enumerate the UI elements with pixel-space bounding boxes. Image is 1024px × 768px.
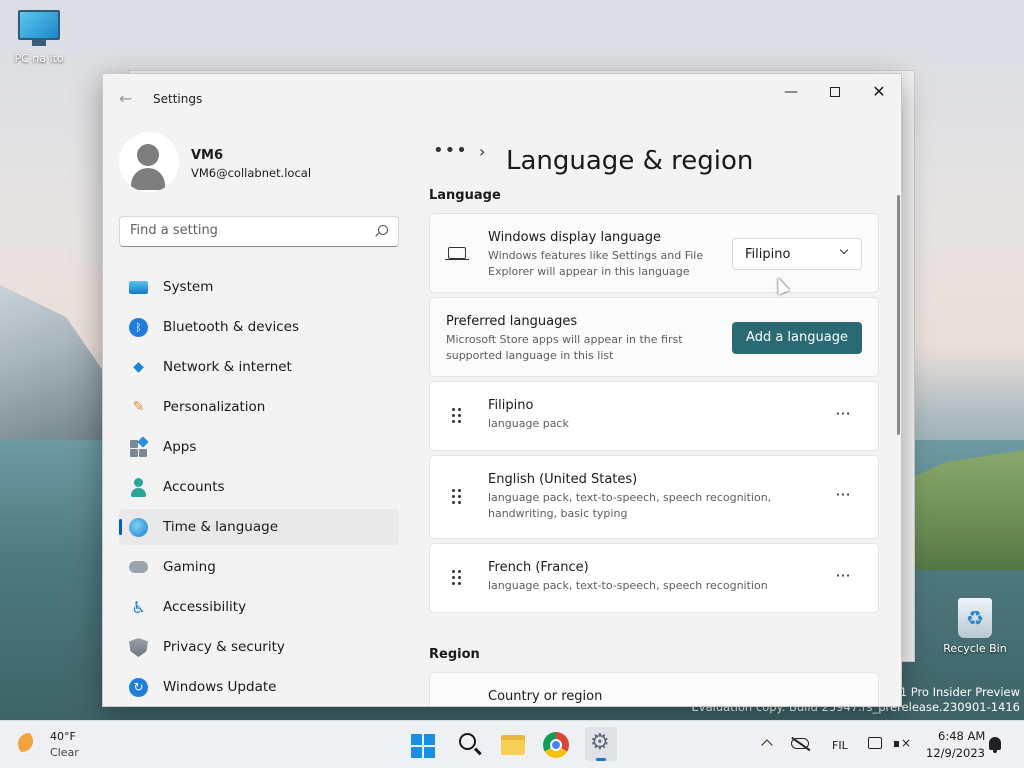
desktop-icon-recycle-bin[interactable]: Recycle Bin (940, 598, 1010, 655)
section-title-language: Language (429, 188, 501, 203)
sidebar-item-system[interactable]: System (119, 269, 399, 305)
more-options-icon[interactable]: ··· (834, 485, 852, 504)
sidebar-item-apps[interactable]: Apps (119, 429, 399, 465)
search-icon (459, 733, 476, 750)
sidebar-item-gaming[interactable]: Gaming (119, 549, 399, 585)
main-content: ••• › Language & region Language Windows… (429, 122, 881, 706)
sidebar-item-accessibility[interactable]: ♿ Accessibility (119, 589, 399, 625)
bluetooth-icon: ᛒ (129, 318, 148, 337)
accessibility-icon: ♿ (131, 598, 146, 617)
sidebar-item-privacy[interactable]: Privacy & security (119, 629, 399, 665)
update-icon: ↻ (129, 678, 148, 697)
more-options-icon[interactable]: ··· (834, 404, 852, 423)
network-icon[interactable] (868, 737, 882, 749)
display-language-card: Windows display language Windows feature… (429, 213, 879, 293)
section-title-region: Region (429, 647, 480, 662)
scrollbar[interactable] (897, 195, 900, 435)
title-bar[interactable]: ← Settings — ✕ (103, 74, 901, 122)
drag-handle-icon[interactable] (452, 408, 462, 424)
desktop-icon-label: Recycle Bin (943, 642, 1007, 655)
close-button[interactable]: ✕ (863, 82, 895, 106)
gamepad-icon (129, 561, 148, 573)
taskbar-search-button[interactable] (457, 731, 485, 759)
window-title: Settings (153, 92, 203, 106)
avatar[interactable] (119, 132, 179, 192)
country-region-card[interactable]: Country or region (429, 672, 879, 706)
volume-muted-icon[interactable] (894, 736, 911, 751)
wifi-icon: ◆ (133, 359, 144, 375)
input-language[interactable]: FIL (832, 739, 848, 768)
accounts-icon (129, 478, 148, 497)
file-explorer-button[interactable] (499, 731, 527, 759)
weather-condition: Clear (50, 746, 79, 759)
breadcrumb-more-button[interactable]: ••• (433, 140, 468, 161)
maximize-icon (830, 87, 840, 97)
user-email: VM6@collabnet.local (191, 166, 312, 180)
settings-taskbar-button[interactable]: ⚙ (585, 727, 617, 761)
temperature: 40°F (50, 730, 76, 743)
page-title: Language & region (506, 146, 754, 176)
desktop-hill (0, 285, 110, 445)
preferred-languages-card: Preferred languages Microsoft Store apps… (429, 297, 879, 377)
cloud-offline-icon[interactable] (791, 738, 809, 749)
drag-handle-icon[interactable] (452, 489, 462, 505)
chevron-up-icon[interactable] (761, 739, 773, 751)
language-item-filipino[interactable]: Filipino language pack ··· (429, 381, 879, 451)
chevron-right-icon: › (479, 142, 486, 161)
settings-window: ← Settings — ✕ VM6 VM6@collabnet.local S… (102, 73, 902, 707)
more-options-icon[interactable]: ··· (834, 566, 852, 585)
clock-date[interactable]: 12/9/2023 (926, 746, 985, 768)
start-button[interactable] (411, 734, 435, 758)
windows-logo-icon (411, 734, 422, 745)
sidebar-item-windows-update[interactable]: ↻ Windows Update (119, 669, 399, 705)
sidebar-item-network[interactable]: ◆ Network & internet (119, 349, 399, 385)
minimize-button[interactable]: — (775, 82, 807, 106)
sidebar-nav: System ᛒ Bluetooth & devices ◆ Network &… (119, 269, 399, 706)
user-name: VM6 (191, 148, 224, 163)
language-item-english-us[interactable]: English (United States) language pack, t… (429, 455, 879, 539)
display-language-dropdown[interactable]: Filipino (732, 238, 862, 270)
moon-icon (18, 733, 40, 755)
sidebar-item-personalization[interactable]: ✎ Personalization (119, 389, 399, 425)
globe-clock-icon (129, 518, 148, 537)
search-box[interactable] (119, 216, 399, 247)
sidebar-item-time-language[interactable]: Time & language (119, 509, 399, 545)
sidebar-item-accounts[interactable]: Accounts (119, 469, 399, 505)
desktop-icon-label: PC na ito (14, 52, 64, 65)
gear-icon: ⚙ (590, 730, 610, 755)
language-item-french[interactable]: French (France) language pack, text-to-s… (429, 543, 879, 613)
desktop-icon-this-pc[interactable]: PC na ito (8, 10, 70, 65)
monitor-icon (18, 10, 60, 40)
apps-icon (129, 436, 149, 457)
back-arrow-icon[interactable]: ← (119, 89, 132, 108)
shield-icon (129, 638, 148, 657)
search-input[interactable] (130, 223, 360, 238)
notification-bell-icon[interactable] (989, 737, 1001, 753)
add-language-button[interactable]: Add a language (732, 322, 862, 354)
drag-handle-icon[interactable] (452, 570, 462, 586)
chrome-button[interactable] (543, 732, 569, 758)
taskbar: 40°F Clear ⚙ FIL 6:48 AM 12/9/2023 (0, 720, 1024, 768)
chevron-down-icon (839, 245, 849, 255)
laptop-icon (445, 247, 469, 261)
system-icon (129, 281, 148, 294)
recycle-bin-icon (958, 598, 992, 638)
active-indicator (596, 758, 606, 761)
maximize-button[interactable] (819, 82, 851, 106)
brush-icon: ✎ (132, 399, 145, 415)
sidebar-item-bluetooth[interactable]: ᛒ Bluetooth & devices (119, 309, 399, 345)
search-icon[interactable] (378, 225, 388, 235)
